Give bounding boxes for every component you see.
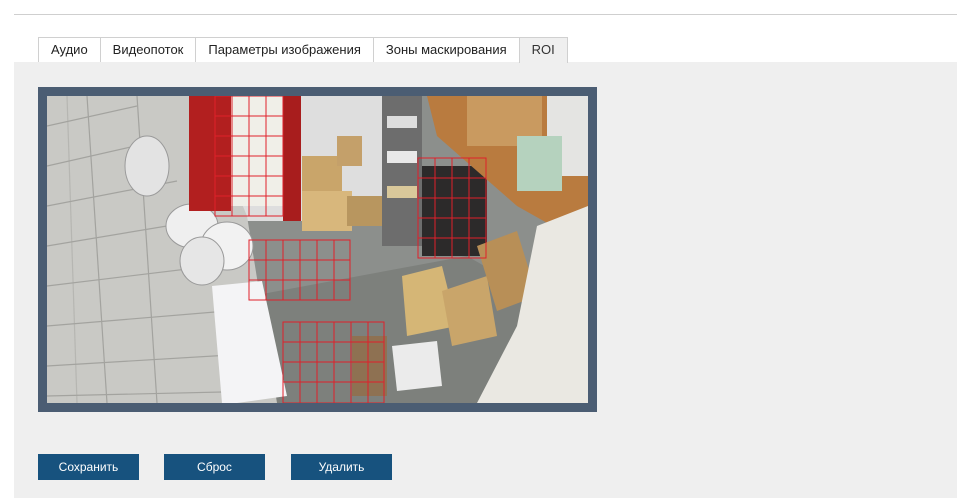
reset-button[interactable]: Сброс — [164, 454, 265, 480]
tab-privacy-masks[interactable]: Зоны маскирования — [372, 37, 520, 62]
top-divider — [14, 14, 957, 15]
video-preview-frame — [38, 87, 597, 412]
camera-scene-image — [47, 96, 588, 403]
delete-button[interactable]: Удалить — [291, 454, 392, 480]
tab-video-stream[interactable]: Видеопоток — [99, 37, 197, 62]
tab-bar: Аудио Видеопоток Параметры изображения З… — [38, 37, 568, 63]
tab-image-settings[interactable]: Параметры изображения — [195, 37, 374, 62]
tab-audio[interactable]: Аудио — [38, 37, 101, 62]
save-button[interactable]: Сохранить — [38, 454, 139, 480]
camera-snapshot[interactable] — [47, 96, 588, 403]
tab-roi[interactable]: ROI — [518, 37, 568, 63]
